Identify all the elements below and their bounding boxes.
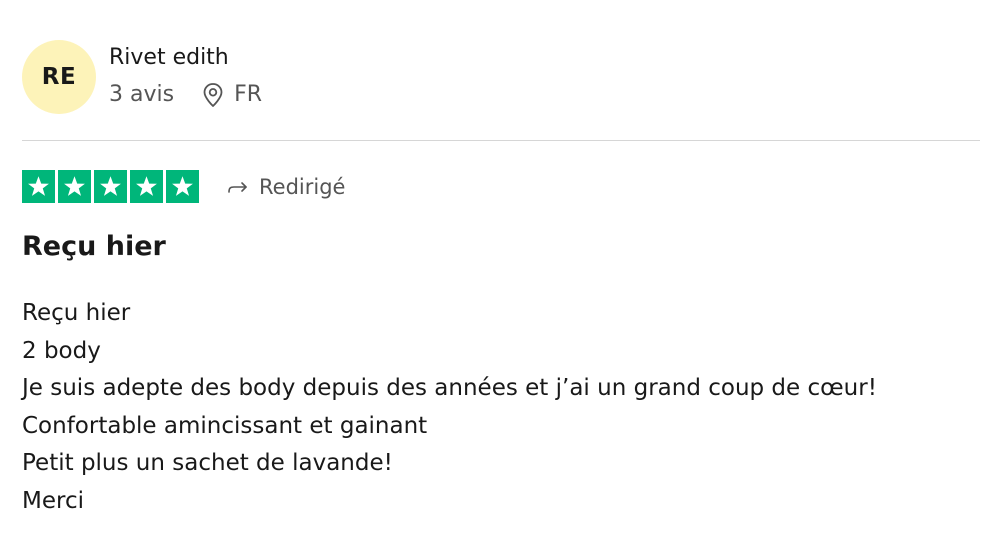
avatar[interactable]: RE xyxy=(22,40,96,114)
redirected-text: Redirigé xyxy=(259,174,346,199)
star-icon xyxy=(130,170,163,203)
star-rating xyxy=(22,170,199,203)
review-text: Reçu hier 2 body Je suis adepte des body d… xyxy=(22,295,980,520)
review-header: RE Rivet edith 3 avis FR xyxy=(22,40,980,114)
star-icon xyxy=(94,170,127,203)
consumer-info: Rivet edith 3 avis FR xyxy=(109,40,262,108)
reviews-count: 3 avis xyxy=(109,82,175,107)
review-text-line: Je suis adepte des body depuis des année… xyxy=(22,375,877,401)
star-icon xyxy=(22,170,55,203)
review-text-line: Confortable amincissant et gainant xyxy=(22,412,428,439)
consumer-country: FR xyxy=(234,82,263,107)
review-text-line: 2 body xyxy=(22,337,101,364)
consumer-meta: 3 avis FR xyxy=(109,82,262,108)
consumer-name[interactable]: Rivet edith xyxy=(109,44,262,72)
review-card: RE Rivet edith 3 avis FR Redirigé Reçu h… xyxy=(22,40,980,514)
review-title: Reçu hier xyxy=(22,231,166,262)
rating-row: Redirigé xyxy=(22,170,345,203)
review-text-line: Petit plus un sachet de lavande! xyxy=(22,450,393,476)
review-text-line: Reçu hier xyxy=(22,300,131,326)
divider xyxy=(22,140,980,141)
star-icon xyxy=(58,170,91,203)
redirect-arrow-icon xyxy=(228,181,247,193)
star-icon xyxy=(166,170,199,203)
location-pin-icon xyxy=(203,83,223,107)
redirected-label[interactable]: Redirigé xyxy=(227,175,345,199)
avatar-initials: RE xyxy=(41,64,77,90)
review-text-line: Merci xyxy=(22,487,84,514)
